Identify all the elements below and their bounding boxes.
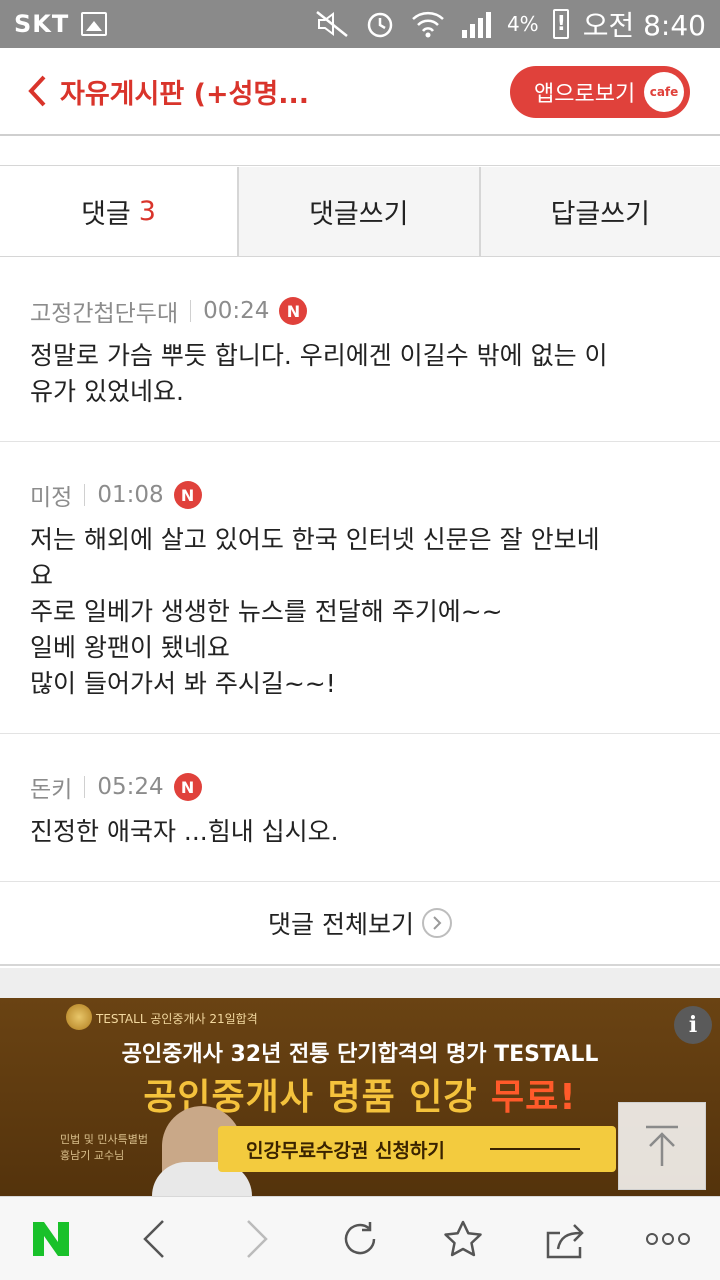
ad-main-free: 무료! xyxy=(491,1077,577,1118)
comment-text: 정말로 가슴 뿌듯 합니다. 우리에겐 이길수 밖에 없는 이 유가 있었네요. xyxy=(30,341,608,406)
more-icon[interactable] xyxy=(633,1204,703,1274)
comment-item: 미정 01:08 N 저는 해외에 살고 있어도 한국 인터넷 신문은 잘 안보… xyxy=(0,442,720,734)
tab-comments[interactable]: 댓글 3 xyxy=(0,167,237,256)
share-icon[interactable] xyxy=(531,1204,601,1274)
forward-icon[interactable] xyxy=(222,1204,292,1274)
spacer xyxy=(0,136,720,166)
new-badge-icon: N xyxy=(173,773,202,801)
browser-toolbar xyxy=(0,1196,720,1280)
back-chevron-icon[interactable] xyxy=(26,71,52,111)
tab-write-reply[interactable]: 답글쓰기 xyxy=(478,167,720,256)
ad-cta-button[interactable]: 인강무료수강권 신청하기 xyxy=(218,1126,616,1172)
open-in-app-label: 앱으로보기 xyxy=(534,82,636,107)
arrow-up-icon xyxy=(646,1125,678,1166)
open-in-app-button[interactable]: 앱으로보기 cafe xyxy=(510,66,690,118)
bookmark-star-icon[interactable] xyxy=(428,1204,498,1274)
arrow-right-icon xyxy=(490,1148,580,1150)
chevron-right-circle-icon xyxy=(421,908,452,938)
battery-percent: 4% xyxy=(506,12,539,36)
comment-count: 3 xyxy=(138,196,156,227)
comment-author[interactable]: 미정 xyxy=(30,478,72,512)
ad-banner[interactable]: TESTALL 공인중개사 21일합격 공인중개사 32년 전통 단기합격의 명… xyxy=(0,998,720,1196)
refresh-icon[interactable] xyxy=(325,1204,395,1274)
divider xyxy=(84,484,86,506)
view-all-comments-link[interactable]: 댓글 전체보기 xyxy=(0,882,720,966)
clock: 오전 8:40 xyxy=(582,9,706,42)
mute-icon xyxy=(315,9,349,39)
comment-author[interactable]: 돈키 xyxy=(30,770,72,804)
ad-brand: TESTALL 공인중개사 21일합격 xyxy=(96,1012,258,1026)
signal-icon xyxy=(459,9,493,39)
tab-comments-label: 댓글 xyxy=(81,199,131,230)
ad-subject: 민법 및 민사특별법 홍남기 교수님 xyxy=(60,1133,148,1162)
cafe-logo-icon: cafe xyxy=(644,72,684,112)
status-bar: SKT 4% 오전 8:40 xyxy=(0,0,720,48)
comment-author[interactable]: 고정간첩단두대 xyxy=(30,294,178,328)
tab-write-comment[interactable]: 댓글쓰기 xyxy=(237,167,479,256)
wifi-icon xyxy=(411,9,445,39)
battery-icon xyxy=(552,9,569,39)
comment-time: 00:24 xyxy=(203,298,270,324)
back-icon[interactable] xyxy=(119,1204,189,1274)
medal-icon xyxy=(66,1004,92,1030)
board-title[interactable]: 자유게시판 (+성명... xyxy=(60,72,309,111)
comment-text: 저는 해외에 살고 있어도 한국 인터넷 신문은 잘 안보네 요 주로 일베가 … xyxy=(30,525,600,698)
comment-meta: 고정간첩단두대 00:24 N xyxy=(30,294,690,328)
naver-home-icon[interactable] xyxy=(16,1204,86,1274)
new-badge-icon: N xyxy=(279,297,308,325)
comment-tabs: 댓글 3 댓글쓰기 답글쓰기 xyxy=(0,167,720,257)
comment-item: 고정간첩단두대 00:24 N 정말로 가슴 뿌듯 합니다. 우리에겐 이길수 … xyxy=(0,258,720,442)
tab-write-comment-label: 댓글쓰기 xyxy=(309,199,409,230)
comment-item: 돈키 05:24 N 진정한 애국자 ...힘내 십시오. xyxy=(0,734,720,882)
section-divider xyxy=(0,968,720,998)
comment-meta: 미정 01:08 N xyxy=(30,478,690,512)
app-header: 자유게시판 (+성명... 앱으로보기 cafe xyxy=(0,48,720,136)
ad-main-text: 공인중개사 명품 인강 무료! xyxy=(0,1068,720,1120)
ad-cta-label: 인강무료수강권 신청하기 xyxy=(246,1139,445,1162)
comment-time: 05:24 xyxy=(97,774,164,800)
gallery-icon xyxy=(81,12,108,36)
ad-headline: 공인중개사 32년 전통 단기합격의 명가 TESTALL xyxy=(121,1042,599,1067)
tab-write-reply-label: 답글쓰기 xyxy=(550,199,650,230)
carrier-label: SKT xyxy=(14,10,70,38)
comment-meta: 돈키 05:24 N xyxy=(30,770,690,804)
alarm-icon xyxy=(363,9,397,39)
ad-info-icon[interactable]: i xyxy=(674,1006,712,1044)
new-badge-icon: N xyxy=(173,481,202,509)
view-all-label: 댓글 전체보기 xyxy=(268,910,414,939)
divider xyxy=(190,300,192,322)
divider xyxy=(84,776,86,798)
comment-text: 진정한 애국자 ...힘내 십시오. xyxy=(30,817,339,846)
comment-time: 01:08 xyxy=(97,482,164,508)
scroll-to-top-button[interactable] xyxy=(618,1102,706,1190)
